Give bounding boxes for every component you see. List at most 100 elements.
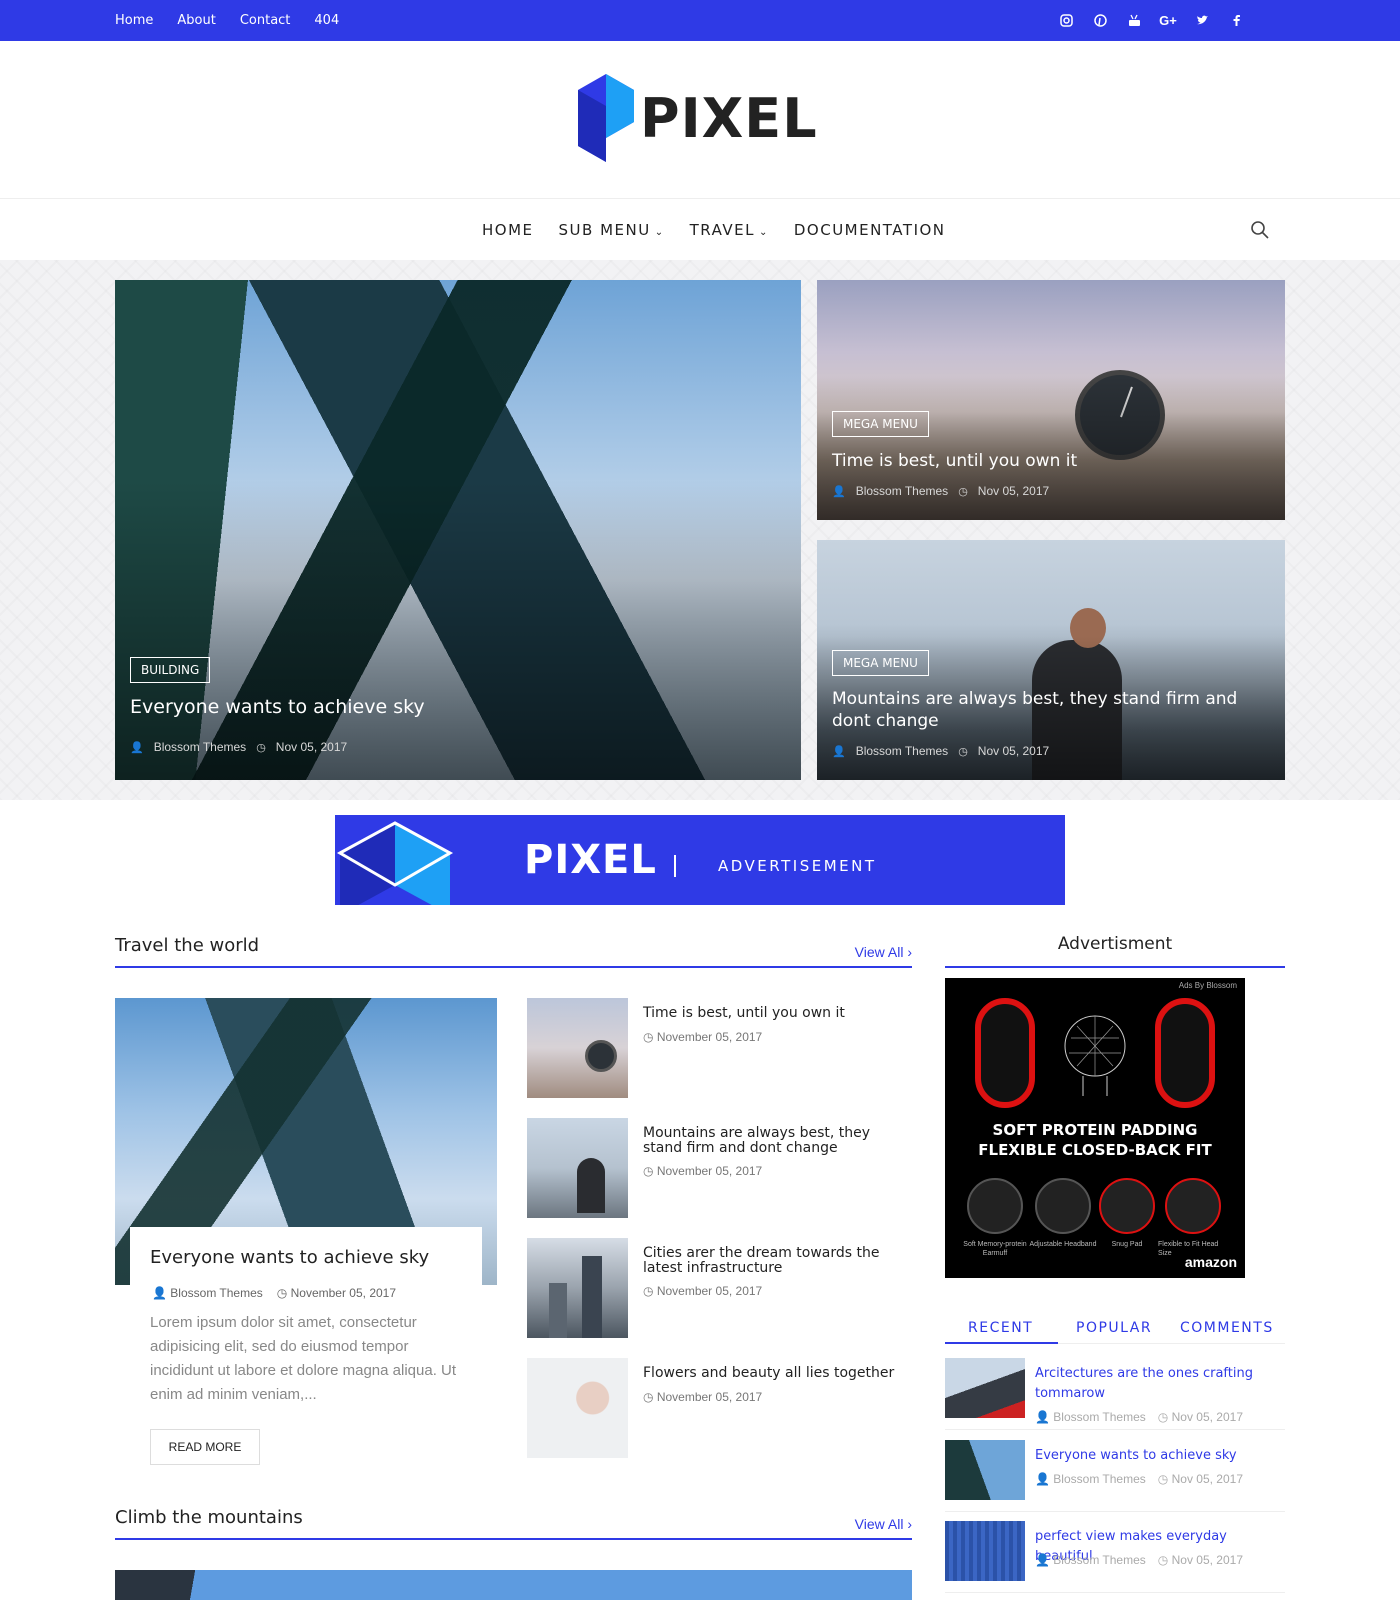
banner-logo-text: PIXEL [524,837,657,883]
post-author[interactable]: Blossom Themes [1053,1553,1145,1567]
featured-post-title[interactable]: Everyone wants to achieve sky [150,1247,429,1268]
youtube-icon[interactable] [1124,11,1144,31]
post-author[interactable]: Blossom Themes [154,740,246,754]
view-all-label: View All [854,1516,904,1532]
ads-by-label: Ads By Blossom [1178,981,1237,990]
post-thumbnail[interactable] [945,1358,1025,1418]
top-link-about[interactable]: About [177,13,215,28]
post-thumbnail[interactable] [527,1118,628,1218]
post-thumbnail[interactable] [527,1358,628,1458]
feature-image [1035,1178,1091,1234]
search-icon[interactable] [1250,220,1270,240]
clock-icon: ◷ [1157,1410,1169,1424]
post-title[interactable]: Arcitectures are the ones crafting tomma… [1035,1364,1280,1404]
nav-item-sub-menu[interactable]: SUB MENU ⌄ [559,221,665,239]
hero-card-title[interactable]: Everyone wants to achieve sky [130,696,730,718]
chevron-right-icon: › [907,944,912,960]
top-link-404[interactable]: 404 [314,13,339,28]
read-more-button[interactable]: READ MORE [150,1429,260,1465]
tab-recent[interactable]: RECENT [968,1320,1033,1336]
post-date-wrap: ◷ Nov 05, 2017 [1158,1553,1243,1567]
post-author[interactable]: Blossom Themes [856,484,948,498]
view-all-link[interactable]: View All › [855,1516,912,1532]
advertisement-banner[interactable]: PIXEL ADVERTISEMENT [335,815,1065,905]
pinterest-icon[interactable] [1090,11,1110,31]
image-overlay [817,376,1285,520]
list-item[interactable]: Mountains are always best, they stand fi… [527,1118,912,1218]
post-author-wrap: 👤 Blossom Themes [152,1286,263,1300]
top-link-contact[interactable]: Contact [240,13,291,28]
post-title[interactable]: Cities arer the dream towards the latest… [643,1246,908,1276]
hero-card-title[interactable]: Mountains are always best, they stand fi… [832,688,1262,732]
facebook-icon[interactable] [1226,11,1246,31]
list-item[interactable]: perfect view makes everyday beautiful 👤 … [945,1521,1285,1593]
feature-label: Soft Memory-protein Earmuff [963,1241,1027,1257]
twitter-icon[interactable] [1192,11,1212,31]
hero-card-right-bottom[interactable]: MEGA MENU Mountains are always best, the… [817,540,1285,780]
chevron-down-icon: ⌄ [758,227,769,238]
post-author[interactable]: Blossom Themes [1053,1410,1145,1424]
list-item[interactable]: Everyone wants to achieve sky 👤 Blossom … [945,1440,1285,1512]
post-meta: 👤 Blossom Themes ◷ Nov 05, 2017 [1035,1410,1243,1424]
active-tab-indicator [945,1342,1058,1344]
logo-mark-icon [578,74,634,162]
post-date: Nov 05, 2017 [1171,1410,1243,1424]
nav-item-home[interactable]: HOME [482,221,534,239]
post-title[interactable]: Mountains are always best, they stand fi… [643,1126,908,1156]
post-date: Nov 05, 2017 [275,740,348,754]
post-title[interactable]: Everyone wants to achieve sky [1035,1446,1280,1466]
hero-card-main[interactable]: BUILDING Everyone wants to achieve sky 👤… [115,280,801,780]
clock-icon: ◷ [643,1164,654,1178]
view-all-link[interactable]: View All › [855,944,912,960]
main-navigation: HOME SUB MENU ⌄ TRAVEL ⌄ DOCUMENTATION [0,200,1400,260]
post-thumbnail[interactable] [945,1440,1025,1500]
post-title[interactable]: Flowers and beauty all lies together [643,1366,908,1381]
tab-popular[interactable]: POPULAR [1076,1320,1152,1336]
ad-headline-line-1: SOFT PROTEIN PADDING [992,1121,1198,1139]
site-logo[interactable]: PIXEL [578,74,818,162]
post-thumbnail[interactable] [945,1521,1025,1581]
section-header-mountains: Climb the mountains View All › [115,1506,912,1540]
image-overlay [115,480,801,780]
post-meta: 👤 Blossom Themes ◷ Nov 05, 2017 [832,744,1049,758]
mountains-post-image[interactable] [115,1570,912,1600]
chevron-right-icon: › [907,1516,912,1532]
post-date: November 05, 2017 [656,1030,763,1044]
post-meta: 👤 Blossom Themes ◷ Nov 05, 2017 [130,740,347,754]
user-icon: 👤 [1035,1553,1050,1567]
user-icon: 👤 [1035,1472,1050,1486]
post-author[interactable]: Blossom Themes [170,1286,262,1300]
category-tag[interactable]: MEGA MENU [832,411,929,437]
post-meta: 👤 Blossom Themes ◷ Nov 05, 2017 [832,484,1049,498]
post-date: November 05, 2017 [656,1390,763,1404]
google-plus-icon[interactable]: G+ [1158,11,1178,31]
post-author-wrap: 👤 Blossom Themes [1035,1553,1146,1567]
nav-item-travel[interactable]: TRAVEL ⌄ [690,221,769,239]
hero-card-title[interactable]: Time is best, until you own it [832,450,1262,472]
instagram-icon[interactable] [1056,11,1076,31]
list-item[interactable]: Cities arer the dream towards the latest… [527,1238,912,1338]
category-tag[interactable]: BUILDING [130,657,211,683]
post-author[interactable]: Blossom Themes [1053,1472,1145,1486]
post-meta: 👤 Blossom Themes ◷ Nov 05, 2017 [1035,1553,1243,1567]
post-date: Nov 05, 2017 [1171,1472,1243,1486]
list-item[interactable]: Arcitectures are the ones crafting tomma… [945,1358,1285,1430]
post-thumbnail[interactable] [527,1238,628,1338]
post-author[interactable]: Blossom Themes [856,744,948,758]
hero-card-right-top[interactable]: MEGA MENU Time is best, until you own it… [817,280,1285,520]
list-item[interactable]: Time is best, until you own it ◷ Novembe… [527,998,912,1098]
sidebar-advertisement[interactable]: Ads By Blossom SOFT PROTEIN PADDING FLEX… [945,978,1245,1278]
tab-comments[interactable]: COMMENTS [1180,1320,1274,1336]
category-tag[interactable]: MEGA MENU [832,650,929,676]
post-date-wrap: ◷ November 05, 2017 [643,1030,762,1044]
amazon-logo: amazon [1184,1254,1237,1270]
building-image [582,1256,602,1338]
hero-section: BUILDING Everyone wants to achieve sky 👤… [0,260,1400,800]
top-links: Home About Contact 404 [115,0,339,41]
list-item[interactable]: Flowers and beauty all lies together ◷ N… [527,1358,912,1458]
post-date-wrap: ◷ November 05, 2017 [643,1284,762,1298]
post-title[interactable]: Time is best, until you own it [643,1006,908,1021]
nav-item-documentation[interactable]: DOCUMENTATION [794,221,946,239]
top-link-home[interactable]: Home [115,13,153,28]
post-thumbnail[interactable] [527,998,628,1098]
